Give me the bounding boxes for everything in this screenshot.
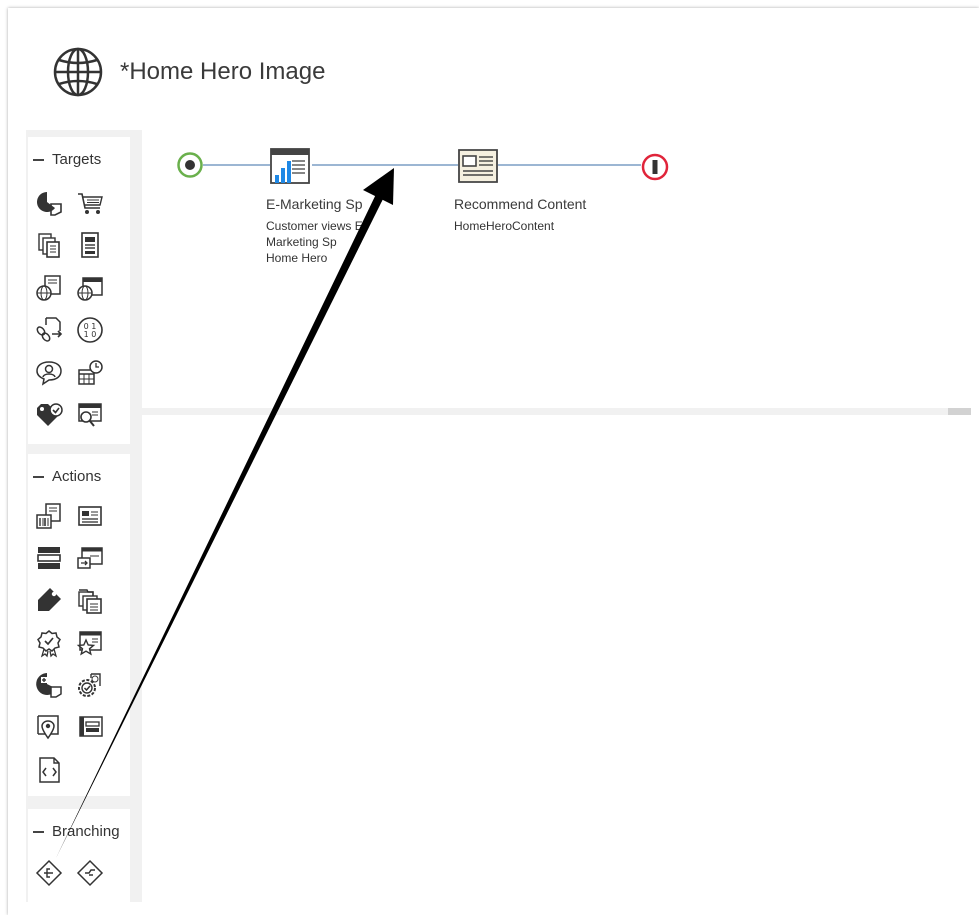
diamond-branch-icon[interactable] [33,857,65,889]
gear-document-icon[interactable] [74,669,106,701]
calendar-clock-icon[interactable] [74,357,106,389]
news-card-icon [457,148,499,184]
palette-section-branching: Branching [28,809,130,902]
flow-node-emarketing[interactable]: E-Marketing Sp Customer views E- Marketi… [264,146,404,270]
copy-list-icon[interactable] [33,229,65,261]
palette-section-targets: Targets 0 11 0 [28,137,130,444]
shopping-cart-icon[interactable] [74,187,106,219]
collapse-icon [33,475,44,478]
flow-start-node[interactable] [177,152,203,178]
collapse-icon [33,158,44,161]
flow-connector [203,164,270,166]
tag-check-icon[interactable] [33,399,65,431]
node-subtitle-line: HomeHeroContent [454,219,555,233]
actions-section-toggle[interactable]: Actions [33,468,101,485]
map-pin-document-icon[interactable] [33,711,65,743]
segment-pie-icon[interactable] [33,187,65,219]
horizontal-scrollbar[interactable] [948,408,971,415]
globe-icon [52,46,104,98]
palette-section-actions: Actions [28,454,130,796]
section-label: Actions [52,468,102,485]
node-title: E-Marketing Sp [266,196,363,212]
binary-circle-icon[interactable]: 0 11 0 [74,314,106,346]
badge-check-icon[interactable] [33,627,65,659]
page-title: *Home Hero Image [120,58,326,85]
globe-document-icon[interactable] [33,272,65,304]
svg-text:1 0: 1 0 [84,330,97,339]
bar-chart-window-icon [270,148,310,186]
node-subtitle-line: Marketing Sp [266,235,337,249]
tag-icon[interactable] [33,585,65,617]
app-window [8,8,979,915]
news-card-icon[interactable] [74,500,106,532]
stacked-documents-icon[interactable] [74,585,106,617]
globe-window-icon[interactable] [74,272,106,304]
diamond-flow-icon[interactable] [74,857,106,889]
window-arrow-icon[interactable] [74,542,106,574]
section-label: Targets [52,151,102,168]
node-title: Recommend Content [454,196,587,212]
section-label: Branching [52,823,120,840]
code-document-icon[interactable] [33,754,65,786]
flow-node-recommend-content[interactable]: Recommend Content HomeHeroContent [452,146,612,246]
stacked-bars-icon[interactable] [33,542,65,574]
collapse-icon [33,830,44,833]
canvas-divider [142,408,971,415]
person-chat-icon[interactable] [33,357,65,389]
flow-end-node[interactable] [641,153,669,181]
window-list-icon[interactable] [74,711,106,743]
barcode-document-icon[interactable] [33,500,65,532]
node-subtitle-line: Customer views E- [266,219,367,233]
link-document-icon[interactable] [33,314,65,346]
star-window-icon[interactable] [74,627,106,659]
pie-plus-icon[interactable] [33,669,65,701]
node-subtitle-line: Home Hero [266,251,328,265]
targets-section-toggle[interactable]: Targets [33,151,101,168]
branching-section-toggle[interactable]: Branching [33,823,120,840]
search-window-icon[interactable] [74,399,106,431]
document-list-icon[interactable] [74,229,106,261]
